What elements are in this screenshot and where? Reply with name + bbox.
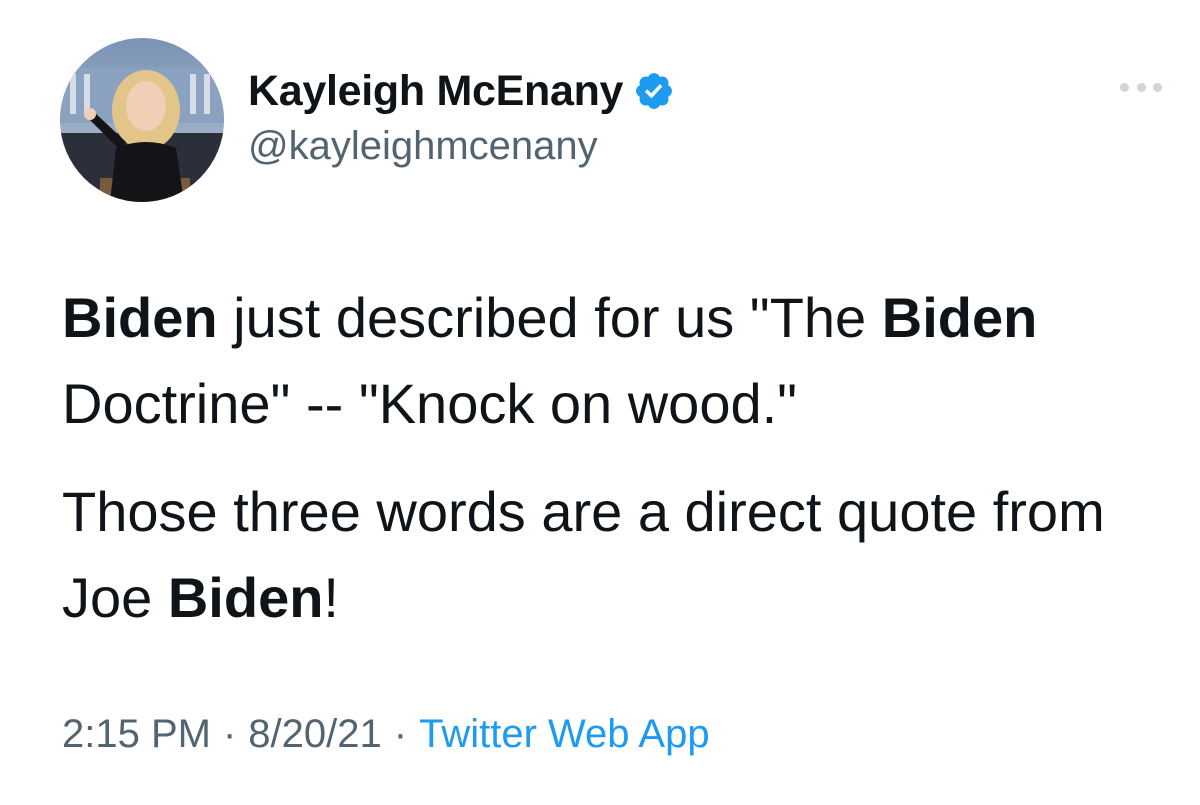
text-run: ! [323,566,339,629]
tweet-paragraph: Those three words are a direct quote fro… [62,469,1162,641]
verified-badge-icon [633,70,675,112]
avatar[interactable] [60,38,224,202]
tweet-card: Kayleigh McEnany @kayleighmcenany Biden … [0,0,1200,805]
more-dot [1136,82,1146,92]
more-dot [1153,82,1162,92]
mention-bold: Biden [881,286,1038,349]
mention-bold: Biden [62,286,218,349]
tweet-paragraph: Biden just described for us "The Biden D… [62,275,1162,447]
more-options-icon[interactable] [1120,80,1162,94]
meta-separator: · [222,712,237,756]
more-dot [1120,82,1129,92]
author-handle[interactable]: @kayleighmcenany [248,124,675,169]
author-block: Kayleigh McEnany @kayleighmcenany [248,62,675,169]
meta-separator: · [393,712,408,756]
tweet-meta: 2:15 PM · 8/20/21 · Twitter Web App [62,712,710,757]
text-run: just described for us "The [217,286,882,349]
tweet-time[interactable]: 2:15 PM [62,712,211,757]
author-name-row: Kayleigh McEnany [248,62,675,120]
avatar-image [60,38,224,202]
tweet-source-link[interactable]: Twitter Web App [419,712,710,757]
text-run: Doctrine" -- "Knock on wood." [62,372,798,435]
tweet-date[interactable]: 8/20/21 [248,712,381,757]
mention-bold: Biden [167,566,324,629]
author-display-name[interactable]: Kayleigh McEnany [248,67,623,116]
tweet-text: Biden just described for us "The Biden D… [62,275,1162,641]
